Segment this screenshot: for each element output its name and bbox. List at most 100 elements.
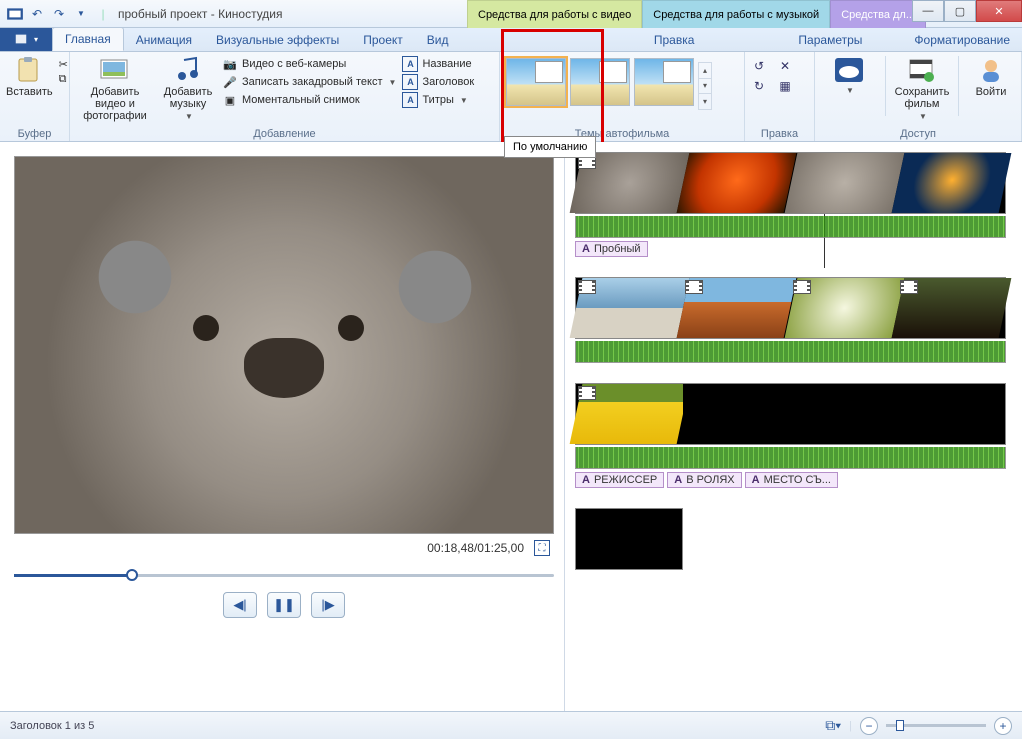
zoom-slider[interactable] xyxy=(886,724,986,727)
undo-icon[interactable]: ↶ xyxy=(28,5,46,23)
group-edit-label: Правка xyxy=(751,126,808,141)
cut-icon[interactable]: ✂ xyxy=(59,58,68,71)
tab-animation[interactable]: Анимация xyxy=(124,29,204,51)
thumbnail-size-icon[interactable]: ⧉▾ xyxy=(825,717,841,734)
fullscreen-icon[interactable]: ⛶ xyxy=(534,540,550,556)
film-icon xyxy=(578,386,596,400)
zoom-in-button[interactable]: + xyxy=(994,717,1012,735)
tab-home[interactable]: Главная xyxy=(52,27,124,51)
credits-chip-director[interactable]: AРЕЖИССЕР xyxy=(575,472,664,488)
delete-icon[interactable]: ✕ xyxy=(777,58,793,74)
webcam-button[interactable]: 📷Видео с веб-камеры xyxy=(222,56,396,72)
next-frame-button[interactable]: |▶ xyxy=(311,592,345,618)
close-button[interactable]: ✕ xyxy=(976,0,1022,22)
theme-default-thumb[interactable] xyxy=(506,58,566,106)
timeline-row-4[interactable] xyxy=(575,508,683,570)
tab-edit-video[interactable]: Правка xyxy=(642,29,707,51)
skydrive-button[interactable]: ▼ xyxy=(821,54,877,95)
add-video-photo-button[interactable]: Добавить видео и фотографии xyxy=(76,54,154,122)
qat-dropdown-icon[interactable]: ▼ xyxy=(72,5,90,23)
ribbon-tabs: ▾ Главная Анимация Визуальные эффекты Пр… xyxy=(0,28,1022,52)
add-credits-button[interactable]: AТитры▼ xyxy=(402,92,474,108)
chevron-up-icon: ▴ xyxy=(699,64,711,79)
theme-2-thumb[interactable] xyxy=(570,58,630,106)
tab-visual-effects[interactable]: Визуальные эффекты xyxy=(204,29,351,51)
snapshot-button[interactable]: ▣Моментальный снимок xyxy=(222,92,396,108)
audio-track-1[interactable] xyxy=(575,216,1006,238)
tab-view[interactable]: Вид xyxy=(415,29,461,51)
timeline-row-3[interactable] xyxy=(575,383,1006,445)
pause-button[interactable]: ❚❚ xyxy=(267,592,301,618)
narration-button[interactable]: 🎤Записать закадровый текст▼ xyxy=(222,74,396,90)
film-icon xyxy=(685,280,703,294)
chevron-down-icon: ▼ xyxy=(460,96,468,105)
save-movie-button[interactable]: Сохранить фильм ▼ xyxy=(894,54,950,121)
titlebar: ↶ ↷ ▼ | пробный проект - Киностудия Сред… xyxy=(0,0,1022,28)
select-all-icon[interactable]: ▦ xyxy=(777,78,793,94)
add-music-button[interactable]: Добавить музыку ▼ xyxy=(160,54,216,121)
playback-time: 00:18,48/01:25,00 xyxy=(427,541,524,555)
group-add-label: Добавление xyxy=(76,126,493,141)
rotate-left-icon[interactable]: ↺ xyxy=(751,58,767,74)
status-bar: Заголовок 1 из 5 ⧉▾ | − + xyxy=(0,711,1022,739)
credits-chip-location[interactable]: AМЕСТО СЪ... xyxy=(745,472,838,488)
user-icon xyxy=(975,56,1007,84)
cloud-icon xyxy=(833,56,865,84)
redo-icon[interactable]: ↷ xyxy=(50,5,68,23)
file-tab[interactable]: ▾ xyxy=(0,27,52,51)
preview-monitor[interactable] xyxy=(14,156,554,534)
status-caption: Заголовок 1 из 5 xyxy=(10,720,94,732)
microphone-icon: 🎤 xyxy=(222,74,238,90)
quick-access-toolbar: ↶ ↷ ▼ | xyxy=(0,5,112,23)
timeline-row-2[interactable] xyxy=(575,277,1006,339)
chevron-down-icon: ▼ xyxy=(919,112,927,121)
title-chip-1[interactable]: AПробный xyxy=(575,241,648,257)
group-access-label: Доступ xyxy=(821,126,1015,141)
window-title: пробный проект - Киностудия xyxy=(118,7,283,21)
credits-icon: A xyxy=(402,92,418,108)
divider-icon: | xyxy=(94,5,112,23)
title-icon: A xyxy=(402,56,418,72)
zoom-out-button[interactable]: − xyxy=(860,717,878,735)
copy-icon[interactable]: ⧉ xyxy=(59,73,68,86)
more-icon: ▾ xyxy=(699,94,711,109)
context-tab-music[interactable]: Средства для работы с музыкой xyxy=(642,0,830,28)
tab-project[interactable]: Проект xyxy=(351,29,415,51)
add-title-button[interactable]: AНазвание xyxy=(402,56,474,72)
audio-track-3[interactable] xyxy=(575,447,1006,469)
theme-tooltip: По умолчанию xyxy=(504,136,596,158)
film-icon xyxy=(900,280,918,294)
seek-slider[interactable] xyxy=(14,568,554,582)
context-tab-strip: Средства для работы с видео Средства для… xyxy=(467,0,926,28)
film-icon xyxy=(578,280,596,294)
rotate-right-icon[interactable]: ↻ xyxy=(751,78,767,94)
group-buffer-label: Буфер xyxy=(6,126,63,141)
credits-chip-cast[interactable]: AВ РОЛЯХ xyxy=(667,472,741,488)
save-movie-icon xyxy=(906,56,938,84)
prev-frame-button[interactable]: ◀| xyxy=(223,592,257,618)
timeline-pane[interactable]: AПробный AРЕЖИССЕР AВ РОЛЯХ AМЕСТО С xyxy=(564,142,1022,711)
webcam-icon: 📷 xyxy=(222,56,238,72)
login-button[interactable]: Войти xyxy=(967,54,1015,98)
theme-3-thumb[interactable] xyxy=(634,58,694,106)
theme-gallery-dropdown[interactable]: ▴ ▾ ▾ xyxy=(698,62,712,110)
chevron-down-icon: ▼ xyxy=(185,112,193,121)
playback-controls: ◀| ❚❚ |▶ xyxy=(14,592,554,618)
audio-track-2[interactable] xyxy=(575,341,1006,363)
tab-music-options[interactable]: Параметры xyxy=(786,29,874,51)
minimize-button[interactable]: ― xyxy=(912,0,944,22)
add-caption-button[interactable]: AЗаголовок xyxy=(402,74,474,90)
context-tab-video[interactable]: Средства для работы с видео xyxy=(467,0,642,28)
film-icon xyxy=(793,280,811,294)
snapshot-icon: ▣ xyxy=(222,92,238,108)
window-controls: ― ▢ ✕ xyxy=(912,0,1022,22)
photo-icon xyxy=(99,56,131,84)
paste-button[interactable]: Вставить xyxy=(6,54,53,98)
maximize-button[interactable]: ▢ xyxy=(944,0,976,22)
chevron-down-icon: ▾ xyxy=(699,79,711,94)
app-icon[interactable] xyxy=(6,5,24,23)
tab-text-format[interactable]: Форматирование xyxy=(902,29,1022,51)
timeline-row-1[interactable] xyxy=(575,152,1006,214)
preview-pane: 00:18,48/01:25,00 ⛶ ◀| ❚❚ |▶ xyxy=(0,142,564,711)
zoom-control: − + xyxy=(860,717,1012,735)
